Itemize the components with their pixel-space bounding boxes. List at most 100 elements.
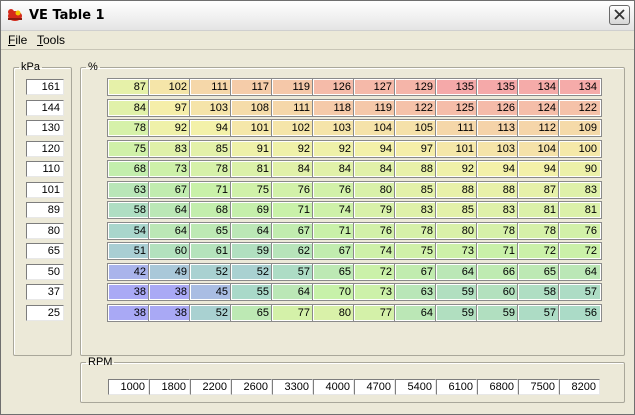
ve-cell[interactable]: 78 (189, 160, 233, 178)
ve-cell[interactable]: 73 (148, 160, 192, 178)
ve-cell[interactable]: 97 (148, 98, 192, 117)
ve-cell[interactable]: 83 (148, 139, 192, 158)
rpm-cell[interactable]: 7500 (518, 379, 559, 395)
rpm-cell[interactable]: 2200 (190, 379, 231, 395)
kpa-cell[interactable]: 144 (26, 99, 64, 116)
ve-cell[interactable]: 111 (189, 78, 233, 96)
ve-cell[interactable]: 52 (189, 262, 233, 281)
ve-cell[interactable]: 74 (353, 242, 397, 260)
ve-cell[interactable]: 71 (189, 180, 233, 199)
ve-cell[interactable]: 119 (353, 98, 397, 117)
ve-cell[interactable]: 84 (353, 160, 397, 178)
ve-cell[interactable]: 83 (476, 201, 520, 219)
kpa-cell[interactable]: 120 (26, 140, 64, 157)
ve-cell[interactable]: 134 (558, 78, 602, 96)
ve-cell[interactable]: 60 (476, 283, 520, 301)
ve-cell[interactable]: 94 (517, 160, 561, 178)
rpm-cell[interactable]: 6800 (477, 379, 518, 395)
ve-cell[interactable]: 135 (435, 78, 479, 96)
ve-cell[interactable]: 67 (271, 221, 315, 240)
rpm-cell[interactable]: 4700 (354, 379, 395, 395)
ve-cell[interactable]: 122 (394, 98, 438, 117)
ve-cell[interactable]: 68 (189, 201, 233, 219)
ve-cell[interactable]: 84 (312, 160, 356, 178)
ve-cell[interactable]: 57 (271, 262, 315, 281)
ve-cell[interactable]: 52 (189, 303, 233, 322)
ve-cell[interactable]: 85 (435, 201, 479, 219)
ve-cell[interactable]: 80 (435, 221, 479, 240)
ve-cell[interactable]: 69 (230, 201, 274, 219)
ve-cell[interactable]: 74 (312, 201, 356, 219)
ve-cell[interactable]: 72 (517, 242, 561, 260)
ve-cell[interactable]: 109 (558, 119, 602, 137)
title-bar[interactable]: VE Table 1 (1, 1, 634, 31)
ve-cell[interactable]: 94 (353, 139, 397, 158)
rpm-cell[interactable]: 8200 (559, 379, 600, 395)
ve-cell[interactable]: 59 (476, 303, 520, 322)
ve-cell[interactable]: 63 (394, 283, 438, 301)
ve-cell[interactable]: 66 (476, 262, 520, 281)
ve-cell[interactable]: 54 (107, 221, 151, 240)
ve-cell[interactable]: 101 (230, 119, 274, 137)
ve-cell[interactable]: 88 (394, 160, 438, 178)
ve-cell[interactable]: 124 (517, 98, 561, 117)
ve-cell[interactable]: 104 (517, 139, 561, 158)
ve-cell[interactable]: 65 (517, 262, 561, 281)
ve-cell[interactable]: 49 (148, 262, 192, 281)
menu-tools[interactable]: Tools (37, 33, 65, 47)
ve-cell[interactable]: 118 (312, 98, 356, 117)
ve-cell[interactable]: 42 (107, 262, 151, 281)
ve-cell[interactable]: 64 (148, 221, 192, 240)
ve-cell[interactable]: 56 (558, 303, 602, 322)
ve-cell[interactable]: 73 (353, 283, 397, 301)
kpa-cell[interactable]: 110 (26, 161, 64, 177)
ve-cell[interactable]: 127 (353, 78, 397, 96)
ve-cell[interactable]: 78 (476, 221, 520, 240)
ve-cell[interactable]: 64 (558, 262, 602, 281)
ve-cell[interactable]: 64 (271, 283, 315, 301)
ve-cell[interactable]: 119 (271, 78, 315, 96)
ve-cell[interactable]: 88 (476, 180, 520, 199)
ve-cell[interactable]: 67 (394, 262, 438, 281)
ve-cell[interactable]: 105 (394, 119, 438, 137)
ve-cell[interactable]: 55 (230, 283, 274, 301)
ve-cell[interactable]: 65 (230, 303, 274, 322)
rpm-cell[interactable]: 4000 (313, 379, 354, 395)
ve-cell[interactable]: 70 (312, 283, 356, 301)
ve-cell[interactable]: 75 (394, 242, 438, 260)
ve-cell[interactable]: 94 (476, 160, 520, 178)
ve-cell[interactable]: 67 (148, 180, 192, 199)
ve-cell[interactable]: 134 (517, 78, 561, 96)
ve-cell[interactable]: 84 (271, 160, 315, 178)
ve-cell[interactable]: 111 (271, 98, 315, 117)
ve-cell[interactable]: 80 (353, 180, 397, 199)
ve-cell[interactable]: 61 (189, 242, 233, 260)
ve-cell[interactable]: 94 (189, 119, 233, 137)
ve-cell[interactable]: 58 (517, 283, 561, 301)
ve-cell[interactable]: 92 (271, 139, 315, 158)
ve-cell[interactable]: 58 (107, 201, 151, 219)
close-button[interactable] (609, 5, 630, 25)
kpa-cell[interactable]: 130 (26, 120, 64, 136)
ve-cell[interactable]: 64 (394, 303, 438, 322)
ve-cell[interactable]: 78 (394, 221, 438, 240)
ve-cell[interactable]: 63 (107, 180, 151, 199)
ve-cell[interactable]: 101 (435, 139, 479, 158)
ve-cell[interactable]: 59 (435, 303, 479, 322)
ve-cell[interactable]: 73 (435, 242, 479, 260)
ve-cell[interactable]: 135 (476, 78, 520, 96)
ve-cell[interactable]: 76 (312, 180, 356, 199)
ve-cell[interactable]: 83 (558, 180, 602, 199)
ve-cell[interactable]: 104 (353, 119, 397, 137)
ve-cell[interactable]: 102 (148, 78, 192, 96)
ve-cell[interactable]: 80 (312, 303, 356, 322)
ve-cell[interactable]: 38 (107, 303, 151, 322)
ve-cell[interactable]: 76 (353, 221, 397, 240)
ve-cell[interactable]: 45 (189, 283, 233, 301)
ve-cell[interactable]: 92 (312, 139, 356, 158)
ve-cell[interactable]: 68 (107, 160, 151, 178)
ve-cell[interactable]: 83 (394, 201, 438, 219)
kpa-cell[interactable]: 101 (26, 181, 64, 198)
ve-cell[interactable]: 84 (107, 98, 151, 117)
ve-cell[interactable]: 75 (230, 180, 274, 199)
